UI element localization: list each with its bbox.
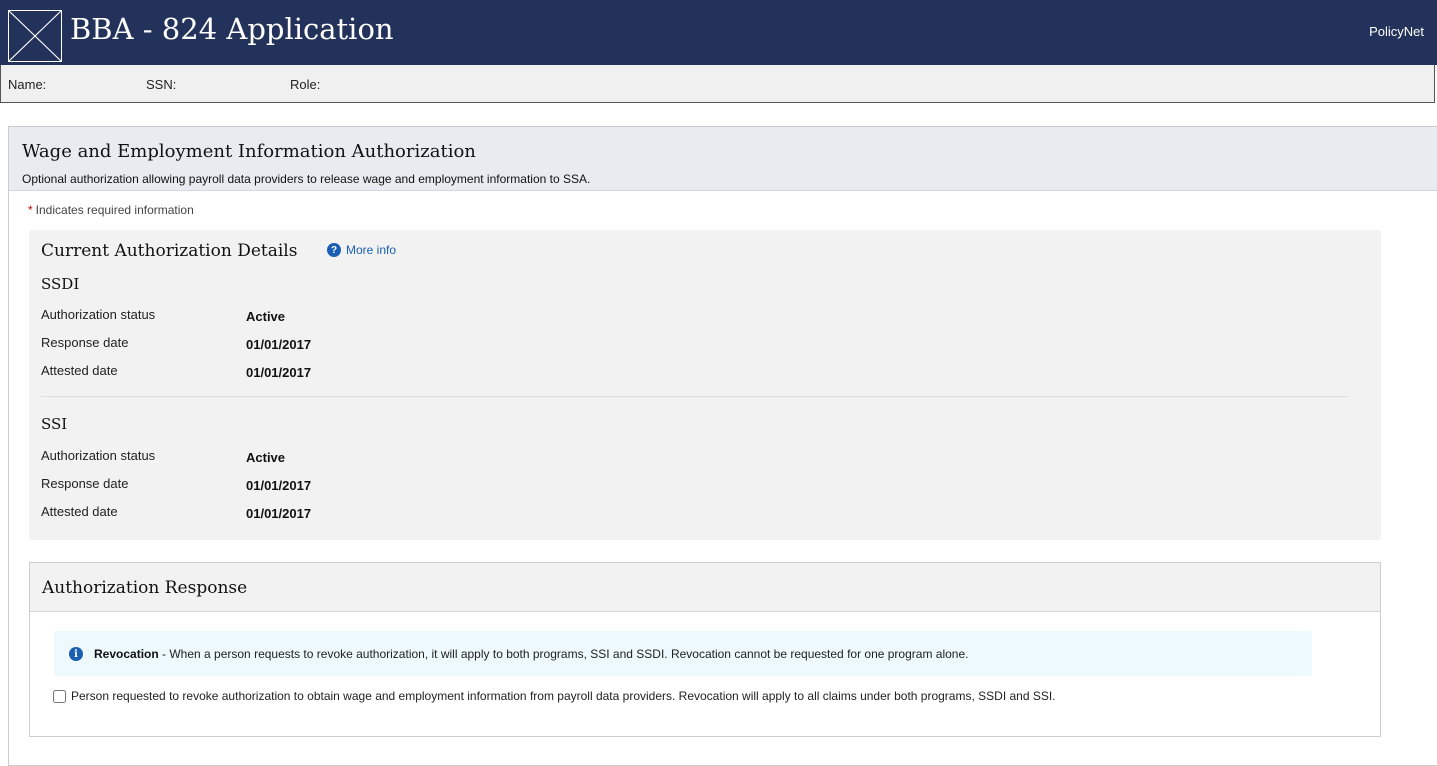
ssdi-title: SSDI xyxy=(41,275,80,293)
revocation-info-text: Revocation - When a person requests to r… xyxy=(94,647,968,661)
details-title: Current Authorization Details xyxy=(41,241,298,261)
revoke-checkbox-row[interactable]: Person requested to revoke authorization… xyxy=(53,689,1056,703)
authorization-response-title: Authorization Response xyxy=(42,578,248,598)
page-header: Wage and Employment Information Authoriz… xyxy=(9,127,1437,191)
app-header: BBA - 824 Application PolicyNet xyxy=(0,0,1437,65)
required-star: * xyxy=(28,203,33,217)
app-title: BBA - 824 Application xyxy=(70,12,394,46)
ssdi-attested-date-label: Attested date xyxy=(41,363,118,378)
page-subtitle: Optional authorization allowing payroll … xyxy=(22,172,591,186)
ssn-label: SSN: xyxy=(146,77,177,92)
ssi-status-value: Active xyxy=(246,450,286,465)
user-info-bar: Name: SSN: Role: xyxy=(0,65,1435,103)
required-info-note: * Indicates required information xyxy=(28,203,194,217)
revoke-checkbox[interactable] xyxy=(53,689,66,703)
ssi-response-date-label: Response date xyxy=(41,476,129,491)
authorization-response-header: Authorization Response xyxy=(30,563,1380,612)
required-note-text: Indicates required information xyxy=(35,203,194,217)
ssi-status-label: Authorization status xyxy=(41,448,156,463)
more-info-label: More info xyxy=(346,243,397,257)
ssdi-status-value: Active xyxy=(246,309,286,324)
ssi-attested-date-label: Attested date xyxy=(41,504,118,519)
main-content: Wage and Employment Information Authoriz… xyxy=(8,126,1437,766)
more-info-link[interactable]: ? More info xyxy=(327,243,396,257)
revocation-info-body: - When a person requests to revoke autho… xyxy=(158,647,969,661)
divider xyxy=(41,396,1348,397)
name-label: Name: xyxy=(8,77,47,92)
revoke-checkbox-label: Person requested to revoke authorization… xyxy=(71,689,1056,703)
policynet-link[interactable]: PolicyNet xyxy=(1369,24,1424,39)
ssdi-status-label: Authorization status xyxy=(41,307,156,322)
authorization-response-panel: Authorization Response i Revocation - Wh… xyxy=(29,562,1381,737)
role-label: Role: xyxy=(290,77,321,92)
ssi-attested-date-value: 01/01/2017 xyxy=(246,506,312,521)
help-icon: ? xyxy=(327,243,341,257)
ssdi-response-date-label: Response date xyxy=(41,335,129,350)
revocation-info-box: i Revocation - When a person requests to… xyxy=(54,631,1312,676)
page-title: Wage and Employment Information Authoriz… xyxy=(22,141,476,162)
ssdi-attested-date-value: 01/01/2017 xyxy=(246,365,312,380)
info-icon: i xyxy=(69,647,83,661)
ssdi-response-date-value: 01/01/2017 xyxy=(246,337,312,352)
revocation-bold-label: Revocation xyxy=(94,647,159,661)
broken-image-icon xyxy=(8,10,62,62)
ssi-response-date-value: 01/01/2017 xyxy=(246,478,312,493)
ssi-title: SSI xyxy=(41,415,68,433)
current-authorization-details: Current Authorization Details ? More inf… xyxy=(29,230,1381,540)
